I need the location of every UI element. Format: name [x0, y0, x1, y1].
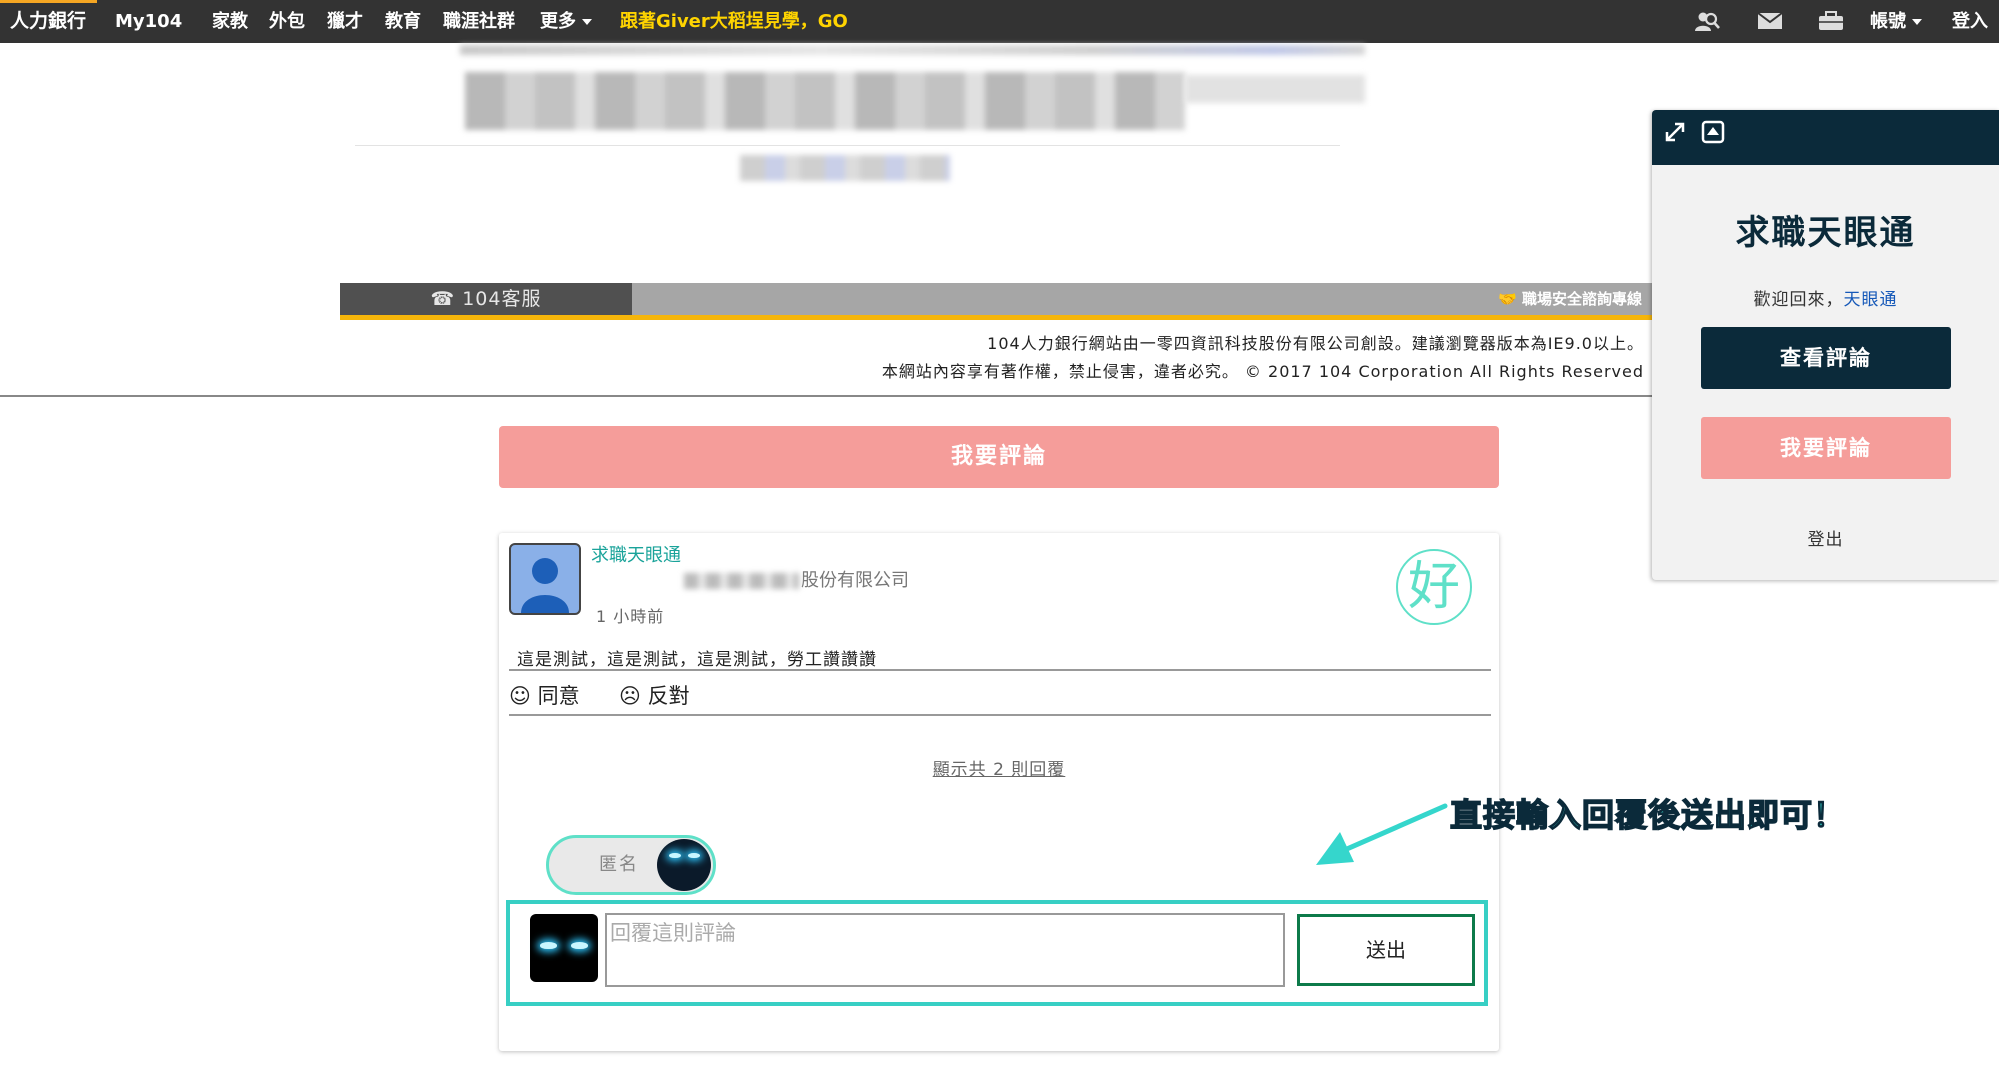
footer-accent-line	[340, 315, 1652, 320]
send-button[interactable]: 送出	[1297, 914, 1475, 986]
redacted-subtitle	[740, 155, 950, 181]
welcome-username[interactable]: 天眼通	[1844, 290, 1898, 310]
footer-bar: ☎ 104客服 🤝 職場安全諮詢專線	[340, 283, 1652, 315]
collapse-icon[interactable]	[1700, 119, 1726, 145]
welcome-message: 歡迎回來，天眼通	[1652, 285, 1999, 310]
header-divider	[355, 145, 1340, 146]
safety-label: 職場安全諮詢專線	[1521, 290, 1642, 308]
glowing-eye-icon	[571, 942, 588, 949]
top-nav-bar: 人力銀行 My104 家教 外包 獵才 教育 職涯社群 更多 跟著Giver大稻…	[0, 0, 1999, 43]
page-divider	[0, 395, 1652, 397]
view-comments-button[interactable]: 查看評論	[1701, 327, 1951, 389]
customer-service-link[interactable]: ☎ 104客服	[340, 283, 632, 315]
chevron-down-icon	[582, 19, 592, 25]
welcome-text: 歡迎回來，	[1753, 290, 1844, 310]
redacted-company-title-tail	[1185, 75, 1365, 103]
person-search-icon[interactable]	[1694, 10, 1720, 32]
nav-brand[interactable]: 人力銀行	[10, 0, 86, 43]
nav-item-career-community[interactable]: 職涯社群	[443, 0, 515, 43]
page: 人力銀行 My104 家教 外包 獵才 教育 職涯社群 更多 跟著Giver大稻…	[0, 0, 1999, 1075]
side-panel: 求職天眼通 歡迎回來，天眼通 查看評論 我要評論 登出	[1652, 110, 1999, 580]
rating-badge: 好	[1396, 549, 1472, 625]
avatar	[509, 543, 581, 615]
reply-input[interactable]	[605, 913, 1285, 987]
nav-promo-link[interactable]: 跟著Giver大稻埕見學，GO	[620, 0, 848, 43]
review-username[interactable]: 求職天眼通	[591, 543, 681, 569]
login-link[interactable]: 登入	[1952, 0, 1988, 43]
nav-item-my104[interactable]: My104	[115, 0, 182, 43]
glowing-eye-icon	[540, 942, 557, 949]
review-divider-top	[509, 669, 1491, 671]
workplace-safety-hotline[interactable]: 🤝 職場安全諮詢專線	[1498, 283, 1642, 315]
redacted-company-name	[684, 573, 799, 589]
redacted-header-strip	[460, 45, 1365, 55]
user-avatar-icon	[521, 558, 569, 613]
mail-icon[interactable]	[1757, 10, 1783, 32]
footer-company-text: 104人力銀行網站由一零四資訊科技股份有限公司創設。建議瀏覽器版本為IE9.0以…	[987, 334, 1644, 353]
anonymous-avatar	[530, 914, 598, 982]
annotation-text: 直接輸入回覆後送出即可！	[1449, 795, 1847, 835]
review-content: 這是測試，這是測試，這是測試，勞工讚讚讚	[517, 650, 877, 670]
nav-item-education[interactable]: 教育	[385, 0, 421, 43]
review-divider-bottom	[509, 714, 1491, 716]
nav-item-outsource[interactable]: 外包	[269, 0, 305, 43]
glowing-eye-icon	[688, 853, 700, 858]
anonymous-avatar-knob	[657, 839, 711, 891]
nav-item-tutor[interactable]: 家教	[212, 0, 248, 43]
redacted-company-title	[465, 72, 1185, 130]
footer-copyright-text: 本網站內容享有著作權，禁止侵害，違者必究。 © 2017 104 Corpora…	[881, 362, 1644, 381]
review-timestamp: 1 小時前	[596, 607, 665, 626]
reply-form: 送出	[506, 900, 1488, 1006]
write-comment-button[interactable]: 我要評論	[499, 426, 1499, 488]
nav-more-label: 更多	[540, 11, 576, 32]
anonymous-toggle[interactable]: 匿名	[546, 835, 716, 895]
company-suffix: 股份有限公司	[801, 570, 909, 591]
agree-button[interactable]: ☺ 同意	[509, 680, 580, 710]
glowing-eye-icon	[669, 853, 681, 858]
anonymous-label: 匿名	[599, 854, 639, 875]
nav-more-menu[interactable]: 更多	[540, 0, 592, 43]
annotation-arrow-icon	[1316, 803, 1448, 865]
account-menu[interactable]: 帳號	[1870, 0, 1922, 43]
handshake-icon: 🤝	[1498, 290, 1522, 308]
briefcase-icon[interactable]	[1818, 10, 1844, 32]
chevron-down-icon	[1912, 19, 1922, 25]
account-label: 帳號	[1870, 11, 1906, 32]
nav-item-headhunter[interactable]: 獵才	[327, 0, 363, 43]
review-company: 股份有限公司	[684, 566, 909, 592]
review-card: 求職天眼通 股份有限公司 1 小時前 好 這是測試，這是測試，這是測試，勞工讚讚…	[499, 533, 1499, 1051]
show-replies-link[interactable]: 顯示共 2 則回覆	[499, 755, 1499, 780]
expand-icon[interactable]	[1662, 119, 1688, 145]
panel-write-comment-button[interactable]: 我要評論	[1701, 417, 1951, 479]
panel-title: 求職天眼通	[1735, 213, 1916, 253]
panel-header	[1652, 110, 1999, 165]
logout-link[interactable]: 登出	[1652, 525, 1999, 550]
disagree-button[interactable]: ☹ 反對	[619, 680, 690, 710]
